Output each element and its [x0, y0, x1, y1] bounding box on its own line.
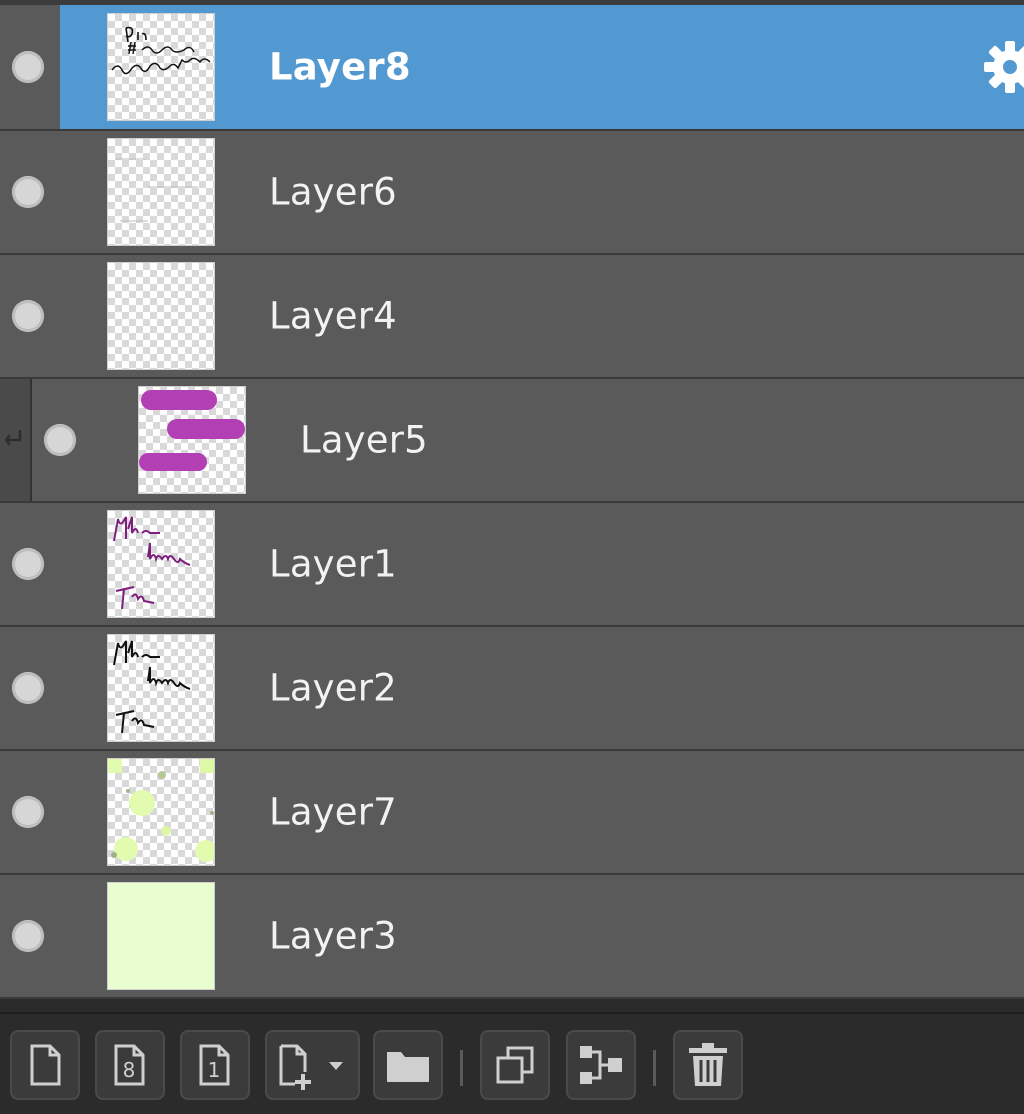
- button-glyph: 8: [123, 1058, 136, 1082]
- layer-name[interactable]: Layer6: [269, 171, 397, 214]
- black-script-thumbnail-icon: [113, 640, 191, 734]
- layer-thumbnail[interactable]: [107, 510, 215, 618]
- layer-panel: Layer8 Layer6 Layer4 Layer5 Layer1 Layer…: [0, 0, 1024, 1114]
- new-layer-menu-button[interactable]: [265, 1030, 360, 1100]
- page-1-icon: 1: [199, 1044, 230, 1086]
- purple-script-thumbnail-icon: [113, 516, 191, 610]
- clip-arrow-icon: [4, 430, 22, 446]
- new-1bit-layer-button[interactable]: 1: [180, 1030, 250, 1100]
- layer-thumbnail[interactable]: [107, 882, 215, 990]
- text-thumbnail-icon: [111, 26, 211, 75]
- layer-toolbar: 8 1: [0, 1012, 1024, 1114]
- visibility-toggle-icon[interactable]: [12, 672, 44, 704]
- visibility-toggle-icon[interactable]: [44, 424, 76, 456]
- layer-thumbnail[interactable]: [107, 758, 215, 866]
- lime-dots-thumbnail-icon: [108, 759, 214, 862]
- layer-row-layer2[interactable]: Layer2: [0, 627, 1024, 751]
- visibility-toggle-icon[interactable]: [12, 51, 44, 83]
- visibility-toggle-icon[interactable]: [12, 548, 44, 580]
- layer-name[interactable]: Layer4: [269, 295, 397, 338]
- toolbar-separator: [460, 1050, 463, 1086]
- page-8-icon: 8: [114, 1044, 145, 1086]
- merge-icon: [580, 1046, 622, 1084]
- trash-icon: [689, 1043, 727, 1086]
- duplicate-icon: [496, 1046, 534, 1084]
- visibility-toggle-icon[interactable]: [12, 796, 44, 828]
- layer-name[interactable]: Layer3: [269, 915, 397, 958]
- gear-icon[interactable]: [982, 39, 1024, 95]
- visibility-toggle-icon[interactable]: [12, 920, 44, 952]
- layer-thumbnail[interactable]: [138, 386, 246, 494]
- new-page-icon: [30, 1044, 61, 1086]
- visibility-toggle-icon[interactable]: [12, 176, 44, 208]
- layer-list: Layer8 Layer6 Layer4 Layer5 Layer1 Layer…: [0, 5, 1024, 999]
- purple-strokes-thumbnail-icon: [139, 390, 245, 471]
- layer-row-layer6[interactable]: Layer6: [0, 131, 1024, 255]
- visibility-toggle-icon[interactable]: [12, 300, 44, 332]
- merge-down-button[interactable]: [566, 1030, 636, 1100]
- add-layer-dropdown-icon: [279, 1044, 343, 1090]
- new-8bit-layer-button[interactable]: 8: [95, 1030, 165, 1100]
- layer-name[interactable]: Layer1: [269, 543, 397, 586]
- layer-name[interactable]: Layer5: [300, 419, 428, 462]
- toolbar-separator: [653, 1050, 656, 1086]
- layer-row-layer3[interactable]: Layer3: [0, 875, 1024, 999]
- duplicate-layer-button[interactable]: [480, 1030, 550, 1100]
- layer-row-layer8[interactable]: Layer8: [0, 5, 1024, 131]
- layer-name[interactable]: Layer2: [269, 667, 397, 710]
- layer-thumbnail[interactable]: [107, 262, 215, 370]
- layer-thumbnail[interactable]: [107, 138, 215, 246]
- layer-thumbnail[interactable]: [107, 13, 215, 121]
- layer-row-layer7[interactable]: Layer7: [0, 751, 1024, 875]
- folder-icon: [387, 1052, 429, 1082]
- layer-name[interactable]: Layer8: [269, 46, 411, 89]
- clipping-indicator: [0, 379, 32, 501]
- delete-layer-button[interactable]: [673, 1030, 743, 1100]
- faint-lines-thumbnail-icon: [116, 158, 198, 222]
- button-glyph: 1: [208, 1058, 221, 1082]
- layer-thumbnail[interactable]: [107, 634, 215, 742]
- layer-name[interactable]: Layer7: [269, 791, 397, 834]
- layer-row-layer5[interactable]: Layer5: [0, 379, 1024, 503]
- layer-row-layer4[interactable]: Layer4: [0, 255, 1024, 379]
- new-layer-button[interactable]: [10, 1030, 80, 1100]
- layer-row-layer1[interactable]: Layer1: [0, 503, 1024, 627]
- new-folder-button[interactable]: [373, 1030, 443, 1100]
